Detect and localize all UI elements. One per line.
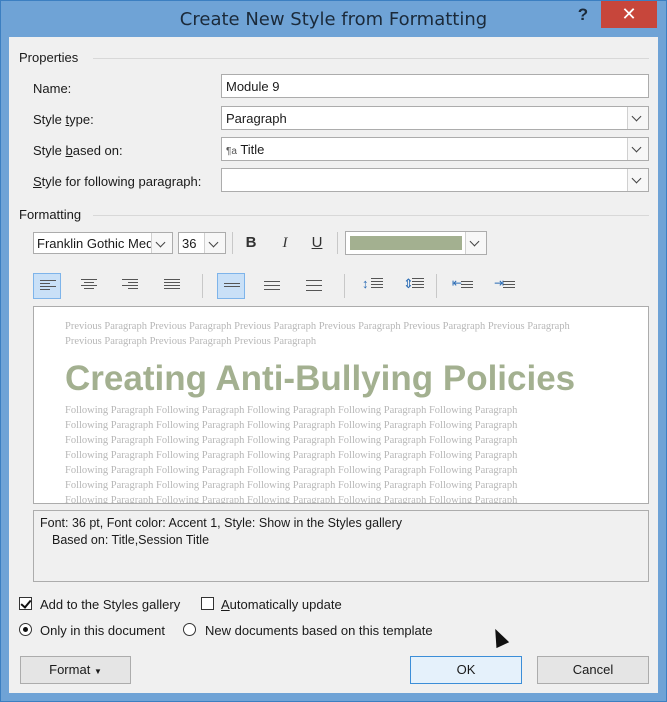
new-documents-label: New documents based on this template [205, 623, 433, 638]
style-type-label: Style type: [33, 112, 94, 127]
chevron-down-icon [631, 111, 642, 122]
format-button[interactable]: Format ▼ [20, 656, 131, 684]
name-input[interactable]: Module 9 [221, 74, 649, 98]
cancel-button[interactable]: Cancel [537, 656, 649, 684]
title-bar: Create New Style from Formatting ? ✕ [1, 1, 666, 37]
help-button[interactable]: ? [567, 3, 599, 27]
font-color-picker[interactable] [345, 231, 487, 255]
chevron-down-icon [208, 237, 219, 248]
auto-update-checkbox[interactable] [201, 597, 214, 610]
toolbar-separator [344, 274, 345, 298]
font-value: Franklin Gothic Medi [37, 236, 157, 251]
only-this-document-radio[interactable] [19, 623, 32, 636]
style-description: Font: 36 pt, Font color: Accent 1, Style… [33, 510, 649, 582]
chevron-down-icon [631, 173, 642, 184]
style-type-value: Paragraph [226, 111, 287, 126]
font-select[interactable]: Franklin Gothic Medi [33, 232, 173, 254]
following-style-dropdown[interactable] [627, 169, 648, 191]
following-paragraph-text: Following Paragraph Following Paragraph … [65, 405, 518, 504]
following-style-label: Style for following paragraph: [33, 174, 202, 189]
single-spacing-button[interactable] [217, 273, 245, 299]
previous-paragraph-text: Previous Paragraph Previous Paragraph Pr… [65, 321, 570, 347]
increase-indent-button[interactable]: ⇥ [491, 273, 519, 299]
close-button[interactable]: ✕ [601, 1, 657, 28]
based-on-select[interactable]: ¶a Title [221, 137, 649, 161]
paragraph-style-icon: ¶a [226, 146, 237, 157]
underline-button[interactable]: U [305, 231, 329, 255]
formatting-label: Formatting [19, 207, 82, 222]
style-type-dropdown[interactable] [627, 107, 648, 129]
following-style-select[interactable] [221, 168, 649, 192]
italic-button[interactable]: I [273, 231, 297, 255]
increase-spacing-button[interactable]: ↕ [359, 273, 387, 299]
toolbar-separator [337, 232, 338, 254]
decrease-indent-button[interactable]: ⇤ [449, 273, 477, 299]
add-to-gallery-label: Add to the Styles gallery [40, 597, 181, 612]
dropdown-arrow-icon: ▼ [93, 667, 102, 676]
style-type-select[interactable]: Paragraph [221, 106, 649, 130]
dialog-window: Create New Style from Formatting ? ✕ Pro… [0, 0, 667, 702]
spacing-up-arrow-icon: ↕ [362, 276, 369, 291]
indent-lines-icon [503, 281, 515, 290]
font-size-select[interactable]: 36 [178, 232, 226, 254]
align-left-button[interactable] [33, 273, 61, 299]
spacing-lines-icon [371, 278, 383, 290]
spacing-lines-icon [412, 278, 424, 290]
formatting-separator [93, 215, 649, 216]
one-half-spacing-button[interactable] [258, 273, 286, 299]
align-right-icon [122, 279, 138, 291]
based-on-label: Style based on: [33, 143, 123, 158]
properties-label: Properties [19, 50, 79, 65]
font-dropdown[interactable] [151, 233, 172, 253]
justify-button[interactable] [158, 273, 186, 299]
chevron-down-icon [155, 237, 166, 248]
align-right-button[interactable] [116, 273, 144, 299]
based-on-value: Title [240, 142, 265, 157]
toolbar-separator [202, 274, 203, 298]
font-size-value: 36 [182, 236, 197, 251]
description-line-2: Based on: Title,Session Title [52, 533, 210, 547]
one-half-spacing-icon [264, 281, 280, 292]
style-preview: Previous Paragraph Previous Paragraph Pr… [33, 306, 649, 504]
align-center-button[interactable] [75, 273, 103, 299]
toolbar-separator [436, 274, 437, 298]
bold-button[interactable]: B [239, 231, 263, 255]
auto-update-label: Automatically update [221, 597, 342, 612]
chevron-down-icon [469, 236, 480, 247]
name-value: Module 9 [226, 79, 280, 94]
preview-sample-text: Creating Anti-Bullying Policies [65, 359, 576, 398]
new-documents-radio[interactable] [183, 623, 196, 636]
toolbar-separator [232, 232, 233, 254]
dialog-body: Properties Name: Module 9 Style type: Pa… [9, 37, 658, 693]
font-size-dropdown[interactable] [204, 233, 225, 253]
justify-icon [164, 279, 180, 291]
properties-separator [93, 58, 649, 59]
only-this-document-label: Only in this document [40, 623, 166, 638]
add-to-gallery-checkbox[interactable] [19, 597, 32, 610]
double-spacing-button[interactable] [300, 273, 328, 299]
based-on-dropdown[interactable] [627, 138, 648, 160]
indent-lines-icon [461, 281, 473, 290]
chevron-down-icon [631, 142, 642, 153]
font-color-dropdown[interactable] [465, 232, 486, 254]
align-center-icon [81, 279, 97, 291]
single-spacing-icon [224, 283, 240, 289]
description-line-1: Font: 36 pt, Font color: Accent 1, Style… [40, 516, 402, 530]
font-color-swatch [350, 236, 462, 250]
ok-button[interactable]: OK [410, 656, 522, 684]
double-spacing-icon [306, 280, 322, 293]
name-label: Name: [33, 81, 72, 96]
align-left-icon [40, 280, 56, 292]
decrease-spacing-button[interactable]: ⇕ [400, 273, 428, 299]
